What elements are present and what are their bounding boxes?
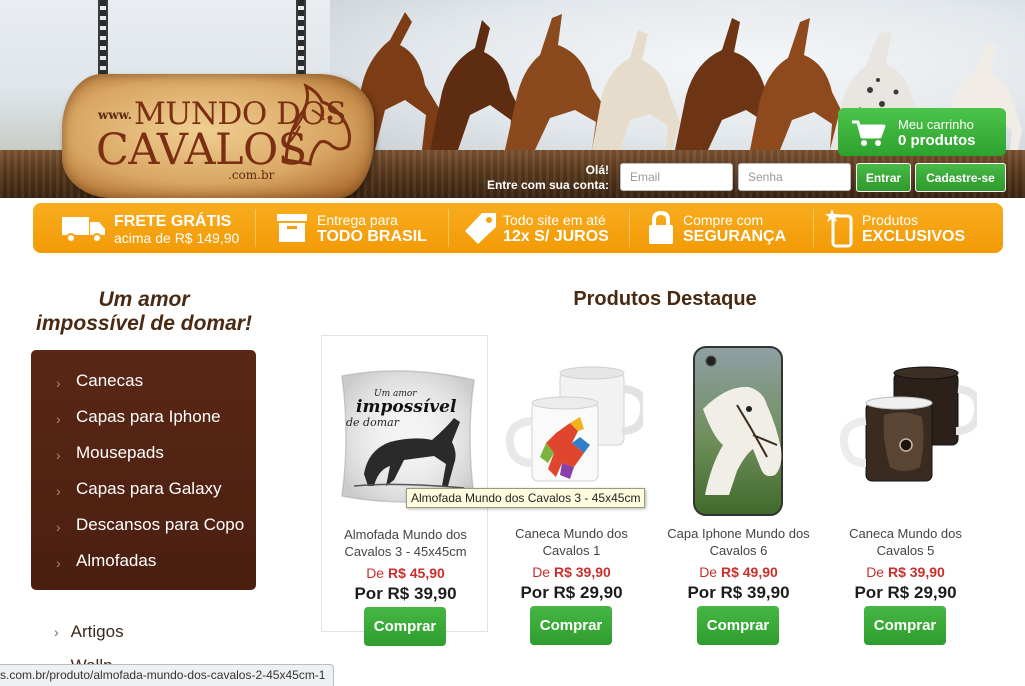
phone-case-white-horse-image[interactable] xyxy=(667,345,810,517)
benefit-subtitle: acima de R$ 149,90 xyxy=(114,230,240,246)
signup-button[interactable]: Cadastre-se xyxy=(915,163,1006,192)
benefit-delivery: Entrega para TODO BRASIL xyxy=(256,203,448,253)
category-menu: › Canecas › Capas para Iphone › Mousepad… xyxy=(31,350,256,590)
password-field[interactable] xyxy=(738,163,851,191)
logo-horse-head-icon xyxy=(284,83,352,166)
menu-item-label: Capas para Iphone xyxy=(76,407,221,426)
old-price-value: R$ 39,90 xyxy=(887,564,945,580)
product-new-price: Por R$ 39,90 xyxy=(354,584,457,603)
product-new-price: Por R$ 39,90 xyxy=(687,583,790,602)
site-header: www. MUNDO DOS CAVALOS .com.br Meu carri… xyxy=(0,0,1025,198)
menu-item-label: Capas para Galaxy xyxy=(76,479,222,498)
sidebar-slogan: Um amor impossível de domar! xyxy=(30,288,258,336)
benefit-title: Entrega para xyxy=(317,212,398,228)
benefit-free-shipping: FRETE GRÁTIS acima de R$ 149,90 xyxy=(33,203,255,253)
old-price-prefix: De xyxy=(532,564,554,580)
login-greeting: Olá! xyxy=(585,163,609,177)
buy-button[interactable]: Comprar xyxy=(364,607,446,646)
chevron-right-icon: › xyxy=(56,555,61,571)
product-name[interactable]: Caneca Mundo dos Cavalos 5 xyxy=(826,525,985,559)
chevron-right-icon: › xyxy=(56,483,61,499)
benefit-subtitle: SEGURANÇA xyxy=(683,228,787,245)
menu-item-canecas[interactable]: › Canecas xyxy=(31,368,256,404)
old-price-prefix: De xyxy=(366,565,388,581)
menu-item-label: Canecas xyxy=(76,371,144,390)
old-price-value: R$ 45,90 xyxy=(387,565,445,581)
old-price-prefix: De xyxy=(866,564,888,580)
product-card[interactable]: Caneca Mundo dos Cavalos 1 De R$ 39,90 P… xyxy=(488,335,655,645)
shopping-cart-icon xyxy=(852,120,886,146)
buy-button[interactable]: Comprar xyxy=(530,606,612,645)
menu-item-label: Descansos para Copo xyxy=(76,515,245,534)
product-old-price: De R$ 39,90 xyxy=(822,564,989,580)
menu-item-label: Almofadas xyxy=(76,551,157,570)
benefit-exclusive: Produtos EXCLUSIVOS xyxy=(814,203,1003,253)
benefit-installments: Todo site em até 12x S/ JUROS xyxy=(449,203,629,253)
cart-button[interactable]: Meu carrinho 0 produtos xyxy=(838,108,1006,156)
menu-item-almofadas[interactable]: › Almofadas xyxy=(31,548,256,584)
product-name[interactable]: Almofada Mundo dos Cavalos 3 - 45x45cm xyxy=(326,526,485,560)
chevron-right-icon: › xyxy=(56,447,61,463)
product-tooltip: Almofada Mundo dos Cavalos 3 - 45x45cm xyxy=(406,488,646,508)
lock-icon xyxy=(649,211,673,244)
slogan-line1: Um amor xyxy=(98,288,190,311)
product-new-price: Por R$ 29,90 xyxy=(520,583,623,602)
email-field[interactable] xyxy=(620,163,733,191)
login-prompt: Entre com sua conta: xyxy=(486,178,609,192)
menu-item-capas-galaxy[interactable]: › Capas para Galaxy xyxy=(31,476,256,512)
sidebar-link-artigos[interactable]: › Artigos xyxy=(54,622,124,642)
product-old-price: De R$ 45,90 xyxy=(322,565,489,581)
old-price-value: R$ 39,90 xyxy=(553,564,611,580)
box-icon xyxy=(277,214,307,242)
menu-item-capas-iphone[interactable]: › Capas para Iphone xyxy=(31,404,256,440)
svg-text:de domar: de domar xyxy=(346,416,400,429)
benefit-security: Compre com SEGURANÇA xyxy=(630,203,813,253)
chevron-right-icon: › xyxy=(54,624,59,640)
product-card[interactable]: Caneca Mundo dos Cavalos 5 De R$ 39,90 P… xyxy=(822,335,989,645)
product-old-price: De R$ 39,90 xyxy=(488,564,655,580)
login-button[interactable]: Entrar xyxy=(856,163,911,192)
benefit-subtitle: TODO BRASIL xyxy=(317,228,427,245)
phone-star-icon xyxy=(825,209,853,248)
product-name[interactable]: Capa Iphone Mundo dos Cavalos 6 xyxy=(659,525,818,559)
benefit-subtitle: 12x S/ JUROS xyxy=(503,228,609,245)
logo-www-text: www. xyxy=(98,108,132,122)
product-card[interactable]: Capa Iphone Mundo dos Cavalos 6 De R$ 49… xyxy=(655,335,822,645)
benefit-title: FRETE GRÁTIS xyxy=(114,213,232,230)
chevron-right-icon: › xyxy=(56,375,61,391)
browser-status-bar: s.com.br/produto/almofada-mundo-dos-cava… xyxy=(0,664,335,686)
mug-dark-horse-image[interactable] xyxy=(834,345,977,517)
cart-count: 0 produtos xyxy=(898,132,976,149)
product-new-price: Por R$ 29,90 xyxy=(854,583,957,602)
product-card[interactable]: Um amor impossível de domar Almofada Mun… xyxy=(321,335,489,646)
chevron-right-icon: › xyxy=(56,519,61,535)
product-name[interactable]: Caneca Mundo dos Cavalos 1 xyxy=(492,525,651,559)
chevron-right-icon: › xyxy=(56,411,61,427)
buy-button[interactable]: Comprar xyxy=(697,606,779,645)
benefit-title: Compre com xyxy=(683,212,764,228)
menu-item-label: Mousepads xyxy=(76,443,164,462)
benefit-title: Produtos xyxy=(862,212,919,228)
sidebar-link-label: Artigos xyxy=(70,622,124,641)
benefit-subtitle: EXCLUSIVOS xyxy=(862,228,966,245)
old-price-prefix: De xyxy=(699,564,721,580)
cart-label: Meu carrinho xyxy=(898,117,974,132)
slogan-line2: impossível de domar! xyxy=(36,312,252,335)
menu-item-descansos[interactable]: › Descansos para Copo xyxy=(31,512,256,548)
tag-icon xyxy=(465,213,496,244)
product-old-price: De R$ 49,90 xyxy=(655,564,822,580)
benefits-bar: FRETE GRÁTIS acima de R$ 149,90 Entrega … xyxy=(33,203,1003,253)
svg-text:impossível: impossível xyxy=(356,397,457,417)
logo-suffix-text: .com.br xyxy=(228,168,275,182)
menu-item-mousepads[interactable]: › Mousepads xyxy=(31,440,256,476)
truck-icon xyxy=(62,217,105,243)
benefit-title: Todo site em até xyxy=(503,212,606,228)
featured-title: Produtos Destaque xyxy=(573,288,757,310)
old-price-value: R$ 49,90 xyxy=(720,564,778,580)
buy-button[interactable]: Comprar xyxy=(864,606,946,645)
